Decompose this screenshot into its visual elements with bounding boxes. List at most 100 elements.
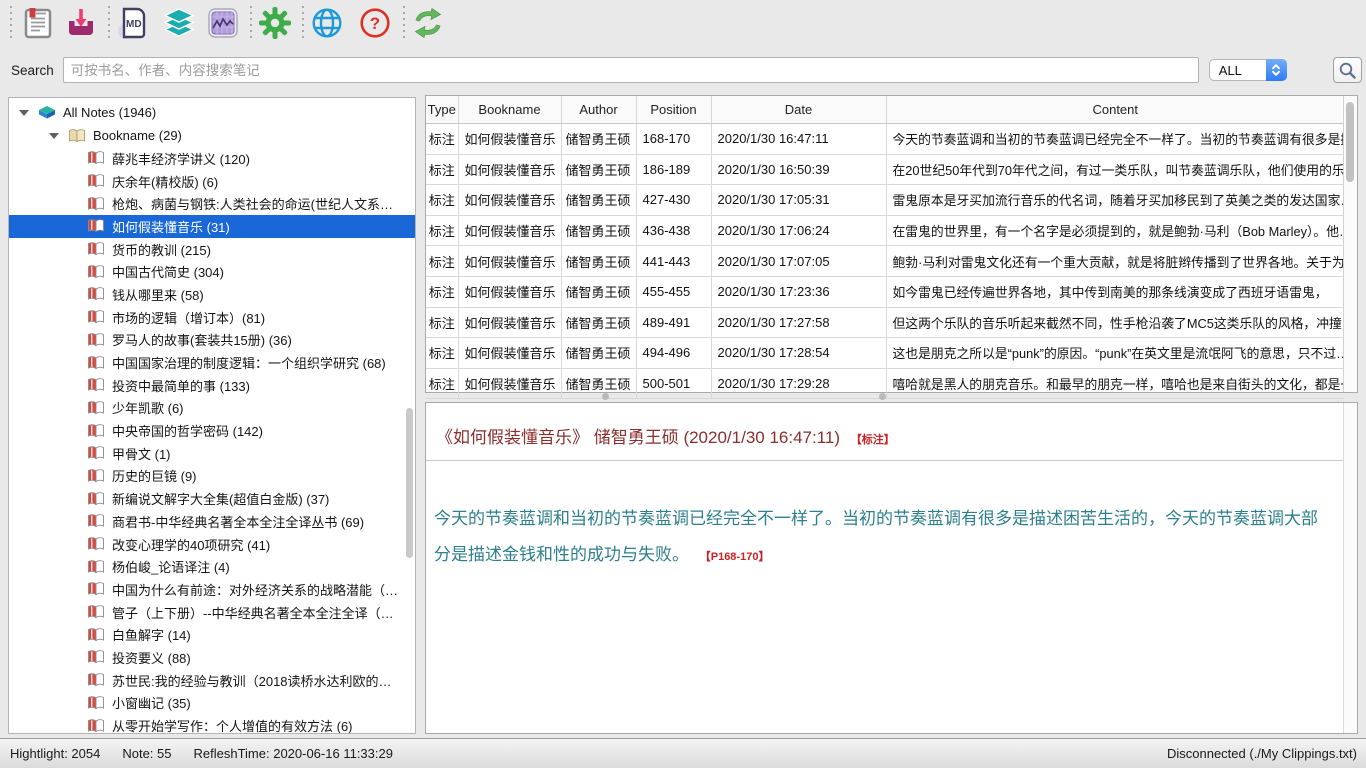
table-row[interactable]: 标注 如何假装懂音乐 储智勇王硕 494-496 2020/1/30 17:28… [426, 338, 1344, 369]
table-header-cell[interactable]: Type [426, 96, 458, 124]
tree-label: 改变心理学的40项研究 (41) [112, 535, 270, 554]
status-highlight-count: Hightlight: 2054 [10, 746, 100, 761]
sidebar-item-book[interactable]: 钱从哪里来 (58) [9, 283, 415, 306]
book-list: 薛兆丰经济学讲义 (120) 庆余年(精校版) (6) [9, 147, 415, 734]
splitter-grip-dot[interactable] [879, 393, 886, 400]
sidebar-item-book[interactable]: 改变心理学的40项研究 (41) [9, 533, 415, 556]
sidebar-item-all-notes[interactable]: All Notes (1946) [9, 101, 415, 124]
sidebar-item-book[interactable]: 苏世民:我的经验与教训（2018读桥水达利欧的… [9, 669, 415, 692]
sidebar-item-book[interactable]: 投资中最简单的事 (133) [9, 374, 415, 397]
notes-button[interactable] [18, 2, 58, 44]
book-icon [87, 718, 105, 734]
tree-label: 投资要义 (88) [112, 648, 191, 667]
sidebar-item-book[interactable]: 庆余年(精校版) (6) [9, 170, 415, 193]
cell-bookname: 如何假装懂音乐 [458, 124, 561, 155]
search-button[interactable] [1333, 57, 1362, 83]
web-button[interactable] [307, 2, 347, 44]
table-header-cell[interactable]: Author [561, 96, 636, 124]
sidebar-item-book[interactable]: 罗马人的故事(套装共15册) (36) [9, 329, 415, 352]
refresh-button[interactable] [408, 2, 448, 44]
table-row[interactable]: 标注 如何假装懂音乐 储智勇王硕 455-455 2020/1/30 17:23… [426, 276, 1344, 307]
cell-content: 在20世纪50年代到70年代之间，有过一类乐队，叫节奏蓝调乐队，他们使用的乐… [886, 154, 1344, 185]
tree-label: 罗马人的故事(套装共15册) (36) [112, 330, 292, 349]
tree-label: 货币的教训 (215) [112, 240, 211, 259]
disclosure-triangle-icon[interactable] [49, 133, 59, 139]
splitter-grip-dot[interactable] [602, 393, 609, 400]
sidebar-item-book[interactable]: 中国古代简史 (304) [9, 260, 415, 283]
sidebar-item-book[interactable]: 管子（上下册）--中华经典名著全本全注全译（… [9, 601, 415, 624]
cell-position: 186-189 [636, 154, 711, 185]
search-icon [1338, 61, 1357, 80]
table-header-cell[interactable]: Position [636, 96, 711, 124]
table-header-cell[interactable]: Content [886, 96, 1344, 124]
stats-button[interactable] [203, 2, 243, 44]
table-row[interactable]: 标注 如何假装懂音乐 储智勇王硕 186-189 2020/1/30 16:50… [426, 154, 1344, 185]
import-icon [64, 6, 98, 40]
table-row[interactable]: 标注 如何假装懂音乐 储智勇王硕 427-430 2020/1/30 17:05… [426, 185, 1344, 216]
table-scrollbar-thumb[interactable] [1346, 102, 1354, 182]
sidebar-item-book[interactable]: 中央帝国的哲学密码 (142) [9, 419, 415, 442]
sidebar-item-book[interactable]: 薛兆丰经济学讲义 (120) [9, 147, 415, 170]
cell-author: 储智勇王硕 [561, 124, 636, 155]
cell-type: 标注 [426, 276, 458, 307]
sidebar-item-book[interactable]: 新编说文解字大全集(超值白金版) (37) [9, 487, 415, 510]
sidebar-item-book[interactable]: 中国国家治理的制度逻辑：一个组织学研究 (68) [9, 351, 415, 374]
cell-date: 2020/1/30 17:28:54 [711, 338, 886, 369]
cell-type: 标注 [426, 215, 458, 246]
cell-author: 储智勇王硕 [561, 215, 636, 246]
sidebar-item-book[interactable]: 历史的巨镜 (9) [9, 465, 415, 488]
detail-scrollbar[interactable] [1343, 403, 1357, 733]
cell-date: 2020/1/30 17:29:28 [711, 368, 886, 399]
table-row[interactable]: 标注 如何假装懂音乐 储智勇王硕 436-438 2020/1/30 17:06… [426, 215, 1344, 246]
sidebar-item-book[interactable]: 从零开始学写作：个人增值的有效方法 (6) [9, 714, 415, 734]
table-row[interactable]: 标注 如何假装懂音乐 储智勇王硕 168-170 2020/1/30 16:47… [426, 124, 1344, 155]
notes-icon [21, 6, 55, 40]
import-button[interactable] [61, 2, 101, 44]
sidebar-book-tree: All Notes (1946) Bookname (29) 薛兆丰经济学讲义 … [8, 97, 416, 734]
cell-position: 436-438 [636, 215, 711, 246]
sidebar-item-book[interactable]: 商君书-中华经典名著全本全注全译丛书 (69) [9, 510, 415, 533]
table-scrollbar[interactable] [1343, 96, 1357, 392]
settings-button[interactable] [255, 2, 295, 44]
cell-author: 储智勇王硕 [561, 368, 636, 399]
sidebar-item-book[interactable]: 杨伯峻_论语译注 (4) [9, 555, 415, 578]
table-header-cell[interactable]: Bookname [458, 96, 561, 124]
layers-button[interactable] [159, 2, 199, 44]
sidebar-item-book[interactable]: 中国为什么有前途：对外经济关系的战略潜能（… [9, 578, 415, 601]
cell-author: 储智勇王硕 [561, 185, 636, 216]
sidebar-item-book[interactable]: 投资要义 (88) [9, 646, 415, 669]
cell-type: 标注 [426, 154, 458, 185]
sidebar-item-book[interactable]: 白鱼解字 (14) [9, 623, 415, 646]
sidebar-item-book[interactable]: 甲骨文 (1) [9, 442, 415, 465]
table-row[interactable]: 标注 如何假装懂音乐 储智勇王硕 489-491 2020/1/30 17:27… [426, 307, 1344, 338]
cell-content: 如今雷鬼已经传遍世界各地，其中传到南美的那条线演变成了西班牙语雷鬼， [886, 276, 1344, 307]
table-header-cell[interactable]: Date [711, 96, 886, 124]
markdown-export-button[interactable]: MD [113, 2, 153, 44]
cell-bookname: 如何假装懂音乐 [458, 276, 561, 307]
book-icon [87, 423, 105, 439]
toolbar-separator [302, 6, 304, 42]
notes-table: Type Bookname Author Position Date Conte… [426, 96, 1344, 399]
filter-dropdown[interactable]: ALL [1209, 59, 1287, 81]
sidebar-item-book[interactable]: 少年凯歌 (6) [9, 397, 415, 420]
sidebar-item-book[interactable]: 如何假装懂音乐 (31) [9, 215, 415, 238]
markdown-icon: MD [116, 6, 150, 40]
book-icon [87, 196, 105, 212]
table-row[interactable]: 标注 如何假装懂音乐 储智勇王硕 441-443 2020/1/30 17:07… [426, 246, 1344, 277]
sidebar-item-bookname[interactable]: Bookname (29) [9, 124, 415, 147]
sidebar-item-book[interactable]: 枪炮、病菌与钢铁:人类社会的命运(世纪人文系… [9, 192, 415, 215]
search-row: Search ALL [0, 46, 1366, 94]
settings-gear-icon [258, 6, 292, 40]
sidebar-item-book[interactable]: 货币的教训 (215) [9, 238, 415, 261]
search-input[interactable] [63, 57, 1199, 83]
help-button[interactable]: ? [355, 2, 395, 44]
cell-type: 标注 [426, 338, 458, 369]
cell-date: 2020/1/30 17:27:58 [711, 307, 886, 338]
cell-position: 427-430 [636, 185, 711, 216]
sidebar-item-book[interactable]: 市场的逻辑（增订本）(81) [9, 306, 415, 329]
sidebar-item-book[interactable]: 小窗幽记 (35) [9, 692, 415, 715]
cell-content: 这也是朋克之所以是“punk”的原因。“punk”在英文里是流氓阿飞的意思，只不… [886, 338, 1344, 369]
book-icon [87, 150, 105, 166]
disclosure-triangle-icon[interactable] [19, 110, 29, 116]
sidebar-scrollbar-thumb[interactable] [406, 408, 413, 558]
